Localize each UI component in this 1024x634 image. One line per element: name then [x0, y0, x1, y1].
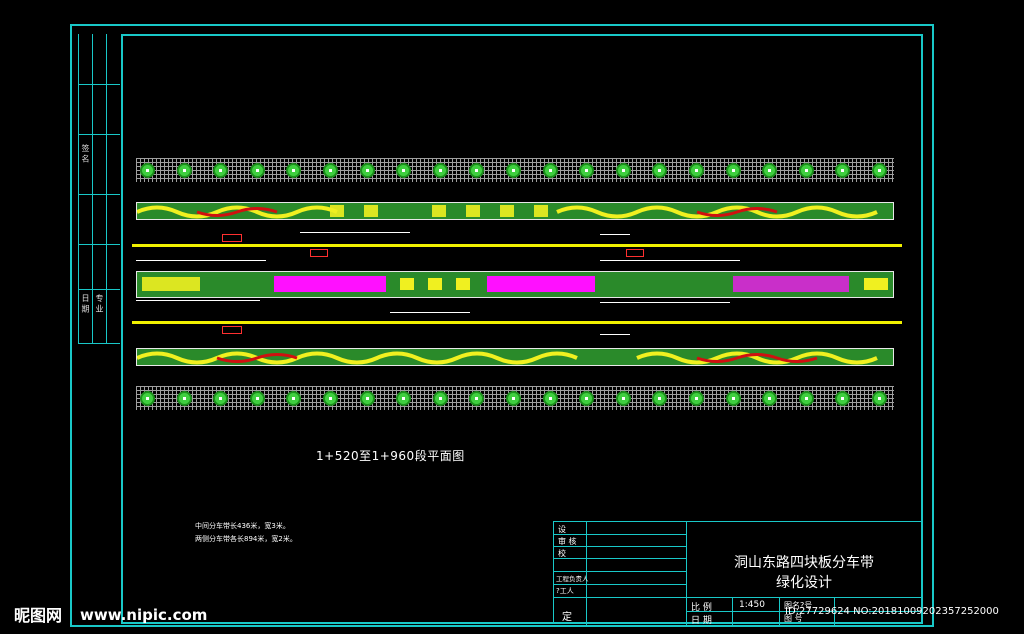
tree-icon — [249, 391, 265, 406]
hedge-block — [466, 205, 480, 217]
tree-icon — [872, 163, 887, 178]
drawing-title-line2: 绿化设计 — [776, 575, 832, 591]
red-marker-2 — [310, 249, 328, 257]
tb-label-approve: 定 — [562, 612, 572, 623]
dim-line — [136, 300, 260, 301]
flower-bed-2 — [487, 276, 595, 292]
watermark-id: ID:27729624 NO:20181009202357252000 — [785, 606, 999, 617]
dim-line — [600, 234, 630, 235]
tree-icon — [506, 163, 521, 178]
side-label-major: 专 业 — [95, 294, 104, 313]
flower-bed-3 — [733, 276, 849, 292]
section-caption: 1+520至1+960段平面图 — [316, 449, 465, 463]
date-label: 日 期 — [691, 616, 712, 626]
watermark-logo: 昵图网 — [14, 606, 63, 625]
red-marker-1 — [222, 234, 242, 242]
tree-icon — [872, 391, 887, 406]
hedge-block — [330, 205, 344, 217]
hedge-block — [432, 205, 446, 217]
tree-icon — [725, 163, 741, 178]
hedge-block — [364, 205, 378, 217]
tree-icon — [542, 391, 558, 406]
binding-column: 签 名 日 期 专 业 — [78, 34, 120, 344]
tb-label-check: 校 — [558, 549, 566, 558]
hedge-block — [500, 205, 514, 217]
tree-icon — [140, 163, 155, 178]
scale-value: 1:450 — [739, 600, 765, 610]
tree-icon — [689, 391, 704, 406]
hedge-block — [534, 205, 548, 217]
dim-line — [600, 334, 630, 335]
hedge-mid-3 — [456, 278, 470, 290]
drawing-title-line1: 洞山东路四块板分车带 — [734, 555, 874, 571]
hedge-mid-1 — [400, 278, 414, 290]
tb-label-review: 审 核 — [558, 537, 577, 546]
hedge-left-end — [142, 277, 200, 291]
tree-icon — [359, 163, 375, 178]
red-marker-4 — [222, 326, 242, 334]
tree-icon — [176, 391, 192, 406]
tree-icon — [542, 163, 558, 178]
tree-icon — [249, 163, 265, 178]
lane-line-top — [132, 244, 902, 247]
tb-label-worker: ?工人 — [556, 587, 574, 595]
tb-label-engineer: 工程负责人 — [556, 575, 589, 583]
tree-icon — [506, 391, 521, 406]
lower-side-median — [136, 348, 894, 366]
tb-label-design: 设 — [558, 525, 566, 534]
tree-icon — [615, 391, 631, 406]
note-side-median: 两侧分车带各长894米，宽2米。 — [195, 535, 297, 543]
tree-icon — [323, 391, 338, 406]
dim-line — [300, 232, 410, 233]
dim-line — [600, 302, 730, 303]
side-label-sign: 签 名 — [81, 144, 90, 163]
tree-icon — [725, 391, 741, 406]
side-label-date: 日 期 — [81, 294, 90, 313]
tree-icon — [432, 391, 448, 406]
tree-icon — [432, 163, 448, 178]
watermark-url[interactable]: www.nipic.com — [80, 606, 207, 624]
dim-line — [600, 260, 740, 261]
hedge-right-end — [864, 278, 888, 290]
scale-label: 比 例 — [691, 603, 712, 613]
tree-icon — [359, 391, 375, 406]
lane-line-bottom — [132, 321, 902, 324]
tree-icon — [176, 163, 192, 178]
note-central-median: 中间分车带长436米，宽3米。 — [195, 522, 290, 530]
tree-icon — [798, 163, 814, 178]
upper-side-median — [136, 202, 894, 220]
tree-icon — [323, 163, 338, 178]
dim-line — [390, 312, 470, 313]
road-plan — [130, 150, 910, 420]
dim-line — [136, 260, 266, 261]
tree-icon — [140, 391, 155, 406]
flower-bed-1 — [274, 276, 386, 292]
tree-icon — [689, 163, 704, 178]
upper-median-planting-svg — [137, 205, 878, 219]
tree-icon — [615, 163, 631, 178]
red-marker-3 — [626, 249, 644, 257]
lower-median-planting-svg — [137, 351, 878, 365]
tree-icon — [798, 391, 814, 406]
hedge-mid-2 — [428, 278, 442, 290]
